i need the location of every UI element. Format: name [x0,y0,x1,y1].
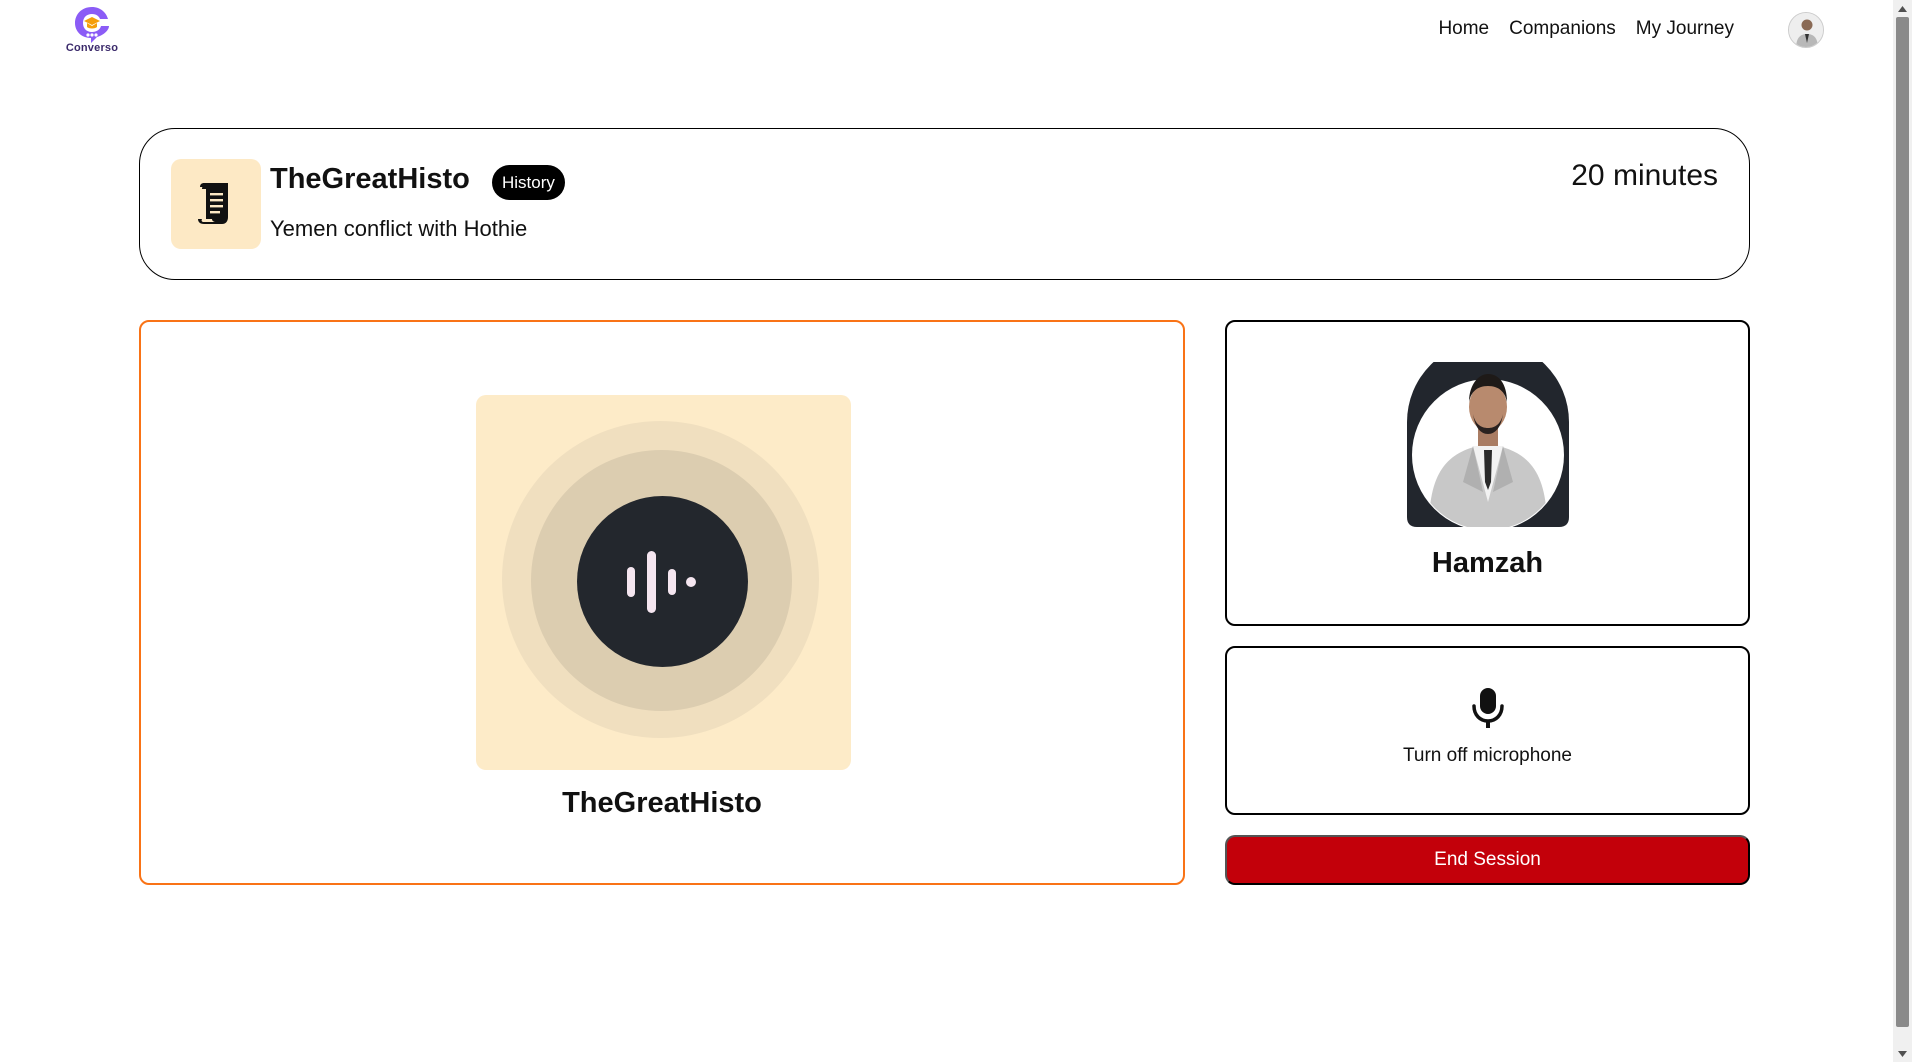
subject-badge: History [492,165,565,200]
companion-display-name: TheGreatHisto [562,787,762,819]
companion-topic: Yemen conflict with Hothie [270,216,528,241]
user-photo-icon [1407,362,1569,527]
end-session-button[interactable]: End Session [1225,835,1750,885]
microphone-label: Turn off microphone [1403,745,1572,766]
nav-my-journey[interactable]: My Journey [1636,18,1734,40]
audio-wave-icon [626,550,696,613]
converso-logo[interactable]: Converso [64,4,120,58]
logo-icon [75,7,109,43]
scroll-icon [198,183,228,224]
companion-avatar [476,395,851,770]
user-panel: Hamzah [1225,320,1750,626]
scroll-down-arrow-icon[interactable] [1893,1045,1912,1062]
toggle-microphone-button[interactable]: Turn off microphone [1225,646,1750,815]
subject-icon-box [171,159,261,249]
session-duration: 20 minutes [1571,159,1718,192]
logo-text: Converso [65,42,119,54]
scroll-thumb[interactable] [1896,17,1909,1027]
nav-companions[interactable]: Companions [1509,18,1616,40]
avatar-icon [1789,13,1823,47]
scroll-up-arrow-icon[interactable] [1893,0,1912,17]
companion-name: TheGreatHisto [270,163,470,195]
user-name: Hamzah [1431,547,1544,579]
navbar: Converso Home Companions My Journey [0,0,1893,64]
voice-indicator [577,496,748,667]
user-avatar[interactable] [1788,12,1824,48]
companion-voice-section: TheGreatHisto [139,320,1185,885]
user-photo [1407,362,1569,527]
nav-home[interactable]: Home [1438,18,1489,40]
nav-links: Home Companions My Journey [1438,18,1734,40]
scrollbar[interactable] [1893,0,1912,1062]
companion-header-card: TheGreatHisto History Yemen conflict wit… [139,128,1750,280]
microphone-icon [1470,686,1506,733]
